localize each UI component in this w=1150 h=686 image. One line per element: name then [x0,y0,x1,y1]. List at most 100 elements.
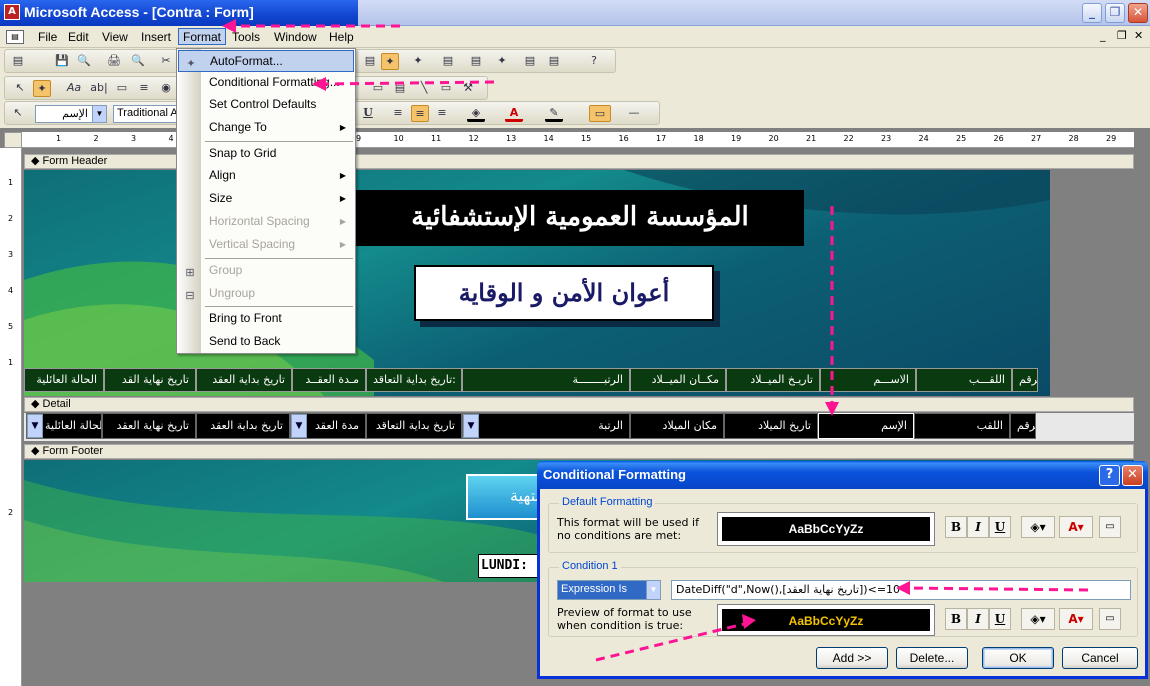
field-contract-start[interactable]: تاريخ بداية التعاقد [366,413,462,439]
fill-color-icon[interactable]: ◈ [467,105,485,122]
default-bold-button[interactable]: B [945,516,967,538]
cut-button[interactable]: ✂ [157,53,175,70]
align-left-icon[interactable]: ≡ [389,105,407,122]
underline-button[interactable]: U [359,105,377,122]
image-tool-icon[interactable]: ▤ [391,80,409,97]
header-col-rank[interactable]: الرتبــــــــة [462,368,630,392]
delete-condition-button[interactable]: Delete... [896,647,968,669]
chevron-down-icon[interactable]: ▼ [291,414,307,438]
view-button[interactable]: ▤ [9,53,27,70]
control-wizards-icon[interactable]: ✦ [33,80,51,97]
dialog-help-button[interactable]: ? [1099,465,1120,486]
footer-close-button[interactable]: نتهية [466,474,546,520]
header-col-firstname[interactable]: الاســـم [820,368,916,392]
field-list-button[interactable]: ▤ [361,53,379,70]
default-fill-color-icon[interactable]: ◈▾ [1021,516,1055,538]
menu-align[interactable]: Align ▶ [178,165,354,187]
menu-size[interactable]: Size ▶ [178,188,354,210]
more-controls-icon[interactable]: ⚒ [459,80,477,97]
chevron-down-icon[interactable]: ▼ [463,414,479,438]
align-center-icon[interactable]: ≡ [411,105,429,122]
toolbox-button[interactable]: ✦ [381,53,399,70]
field-number[interactable]: الرقم [1010,413,1036,439]
chevron-down-icon[interactable]: ▼ [27,414,43,438]
condition-italic-button[interactable]: I [967,608,989,630]
menu-window[interactable]: Window [270,29,321,46]
form-selector[interactable] [4,132,22,148]
menu-edit[interactable]: Edit [64,29,93,46]
object-combo[interactable]: الإسم ▼ [35,105,107,123]
properties-button[interactable]: ▤ [467,53,485,70]
field-end-date[interactable]: تاريخ نهاية العقد [102,413,196,439]
menu-help[interactable]: Help [325,29,358,46]
code-button[interactable]: ▤ [439,53,457,70]
line-tool-icon[interactable]: ╲ [415,80,433,97]
condition-fill-color-icon[interactable]: ◈▾ [1021,608,1055,630]
line-color-icon[interactable]: ✎ [545,105,563,122]
mdi-close-button[interactable]: ✕ [1134,29,1143,42]
form-system-icon[interactable]: ▤ [6,30,24,44]
rectangle-tool-icon[interactable]: ▭ [369,80,387,97]
font-color-icon[interactable]: A [505,105,523,122]
menu-file[interactable]: File [34,29,61,46]
header-col-contract-duration[interactable]: مـدة العقــد [292,368,366,392]
dialog-close-button[interactable]: ✕ [1122,465,1143,486]
align-right-icon[interactable]: ≡ [433,105,451,122]
field-birthplace[interactable]: مكان الميلاد [630,413,724,439]
close-button[interactable]: ✕ [1128,3,1148,23]
field-firstname-selected[interactable]: الإسم [818,413,914,439]
menu-autoformat[interactable]: ✦ AutoFormat... [178,50,354,72]
form-footer-bar[interactable]: ◆ Form Footer [24,444,1134,459]
ok-button[interactable]: OK [982,647,1054,669]
condition-bold-button[interactable]: B [945,608,967,630]
menu-format[interactable]: Format [178,28,227,45]
build-button[interactable]: ✦ [493,53,511,70]
app-title-bar[interactable]: A Microsoft Access - [Contra : Form] _ ❐… [0,0,1150,26]
option-button-icon[interactable]: ◉ [157,80,175,97]
condition-underline-button[interactable]: U [989,608,1011,630]
add-condition-button[interactable]: Add >> [816,647,888,669]
label-tool-icon[interactable]: Aa [65,80,83,97]
header-col-number[interactable]: الرقم [1012,368,1038,392]
menu-set-control-defaults[interactable]: Set Control Defaults [178,94,354,116]
print-button[interactable]: 🖨 [105,53,123,70]
header-col-lastname[interactable]: اللقـــب [916,368,1012,392]
default-underline-button[interactable]: U [989,516,1011,538]
vertical-ruler[interactable]: 1 2 3 4 5 1 2 [0,148,22,686]
menu-view[interactable]: View [98,29,132,46]
condition-expression-input[interactable]: DateDiff("d",Now(),[تاريخ نهاية العقد])<… [671,580,1131,600]
new-object-button[interactable]: ▤ [545,53,563,70]
chevron-down-icon[interactable]: ▼ [92,106,106,122]
textbox-tool-icon[interactable]: ab| [87,80,111,97]
pointer-icon[interactable]: ↖ [9,105,27,122]
restore-button[interactable]: ❐ [1105,3,1125,23]
print-preview-button[interactable]: 🔍 [129,53,147,70]
toggle-button-icon[interactable]: ≡ [135,80,153,97]
dialog-title-bar[interactable]: Conditional Formatting ? ✕ [537,461,1148,489]
border-style-icon[interactable]: ▭ [589,105,611,122]
rectangle-icon[interactable]: ▭ [437,80,455,97]
header-col-contract-start[interactable]: تاريخ بداية التعاقد: [366,368,462,392]
save-button[interactable]: 💾 [53,53,71,70]
access-app-icon[interactable]: A [4,4,20,20]
header-col-end-date[interactable]: تاريخ نهاية القد [104,368,196,392]
database-window-button[interactable]: ▤ [521,53,539,70]
menu-tools[interactable]: Tools [228,29,264,46]
menu-insert[interactable]: Insert [137,29,175,46]
header-col-family-status[interactable]: الحالة العائلية [24,368,104,392]
header-col-birthplace[interactable]: مكــان الميــلاد [630,368,726,392]
header-col-start-date[interactable]: تاريخ بداية العقد [196,368,292,392]
detail-bar[interactable]: ◆ Detail [24,397,1134,412]
font-combo[interactable]: Traditional Ar [113,105,181,123]
autoformat-button[interactable]: ✦ [409,53,427,70]
mdi-minimize-button[interactable]: _ [1100,29,1106,42]
field-birthdate[interactable]: تاريخ الميلاد [724,413,818,439]
default-font-color-icon[interactable]: A▾ [1059,516,1093,538]
mdi-restore-button[interactable]: ❐ [1117,29,1127,42]
form-subtitle-label[interactable]: أعوان الأمن و الوقاية [414,265,714,321]
minimize-button[interactable]: _ [1082,3,1102,23]
chevron-down-icon[interactable]: ▼ [646,581,660,599]
cancel-button[interactable]: Cancel [1062,647,1138,669]
default-enable-icon[interactable]: ▭ [1099,516,1121,538]
menu-conditional-formatting[interactable]: Conditional Formatting... [178,72,354,94]
